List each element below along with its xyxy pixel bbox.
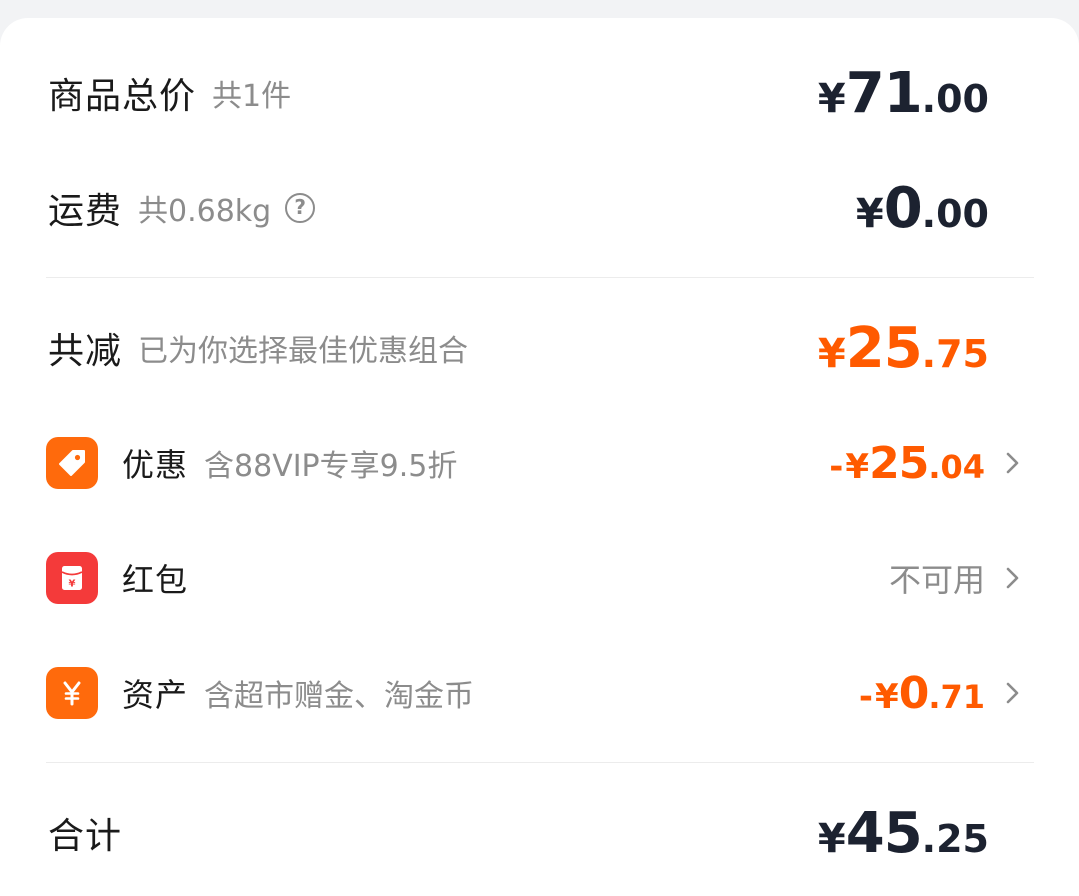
- red-packet-icon: ¥: [46, 552, 98, 604]
- currency-symbol: ¥: [817, 815, 846, 862]
- divider: [46, 277, 1034, 278]
- amount-decimal: .00: [921, 76, 989, 121]
- goods-total-amount: ¥ 71 .00: [818, 61, 989, 126]
- shipping-row: 运费 共0.68kg ? ¥ 0 .00: [0, 158, 1079, 258]
- grand-total-label: 合计: [48, 816, 123, 857]
- assets-detail-hint: 含超市赠金、淘金币: [204, 679, 475, 714]
- amount-decimal: .75: [921, 331, 989, 376]
- total-reduction-label: 共减: [48, 331, 123, 372]
- amount-integer: 25: [869, 437, 929, 489]
- amount-decimal: .71: [928, 677, 985, 716]
- currency-symbol: ¥: [875, 676, 899, 717]
- total-reduction-row: 共减 已为你选择最佳优惠组合 ¥ 25 .75: [0, 298, 1079, 398]
- discount-label: 优惠: [122, 446, 189, 484]
- goods-total-row: 商品总价 共1件 ¥ 71 .00: [0, 43, 1079, 143]
- amount-integer: 0: [898, 667, 930, 719]
- minus-sign: -: [858, 676, 874, 717]
- yen-icon: [46, 667, 98, 719]
- chevron-right-icon: [1006, 567, 1019, 589]
- discount-row[interactable]: 优惠 含88VIP专享9.5折 - ¥ 25 .04: [0, 413, 1079, 513]
- amount-integer: 0: [883, 175, 923, 241]
- grand-total-row: 合计 ¥ 45 .25: [0, 783, 1079, 883]
- discount-detail-hint: 含88VIP专享9.5折: [204, 449, 458, 484]
- goods-count-hint: 共1件: [212, 79, 292, 114]
- amount-decimal: .04: [928, 447, 985, 486]
- svg-text:¥: ¥: [69, 579, 76, 590]
- assets-label: 资产: [122, 676, 189, 714]
- goods-total-label: 商品总价: [48, 76, 197, 117]
- currency-symbol: ¥: [855, 190, 884, 237]
- total-reduction-amount: ¥ 25 .75: [818, 316, 989, 381]
- amount-integer: 25: [845, 315, 923, 381]
- chevron-right-icon: [1006, 682, 1019, 704]
- grand-total-amount: ¥ 45 .25: [818, 801, 989, 866]
- shipping-weight-hint: 共0.68kg: [138, 194, 272, 229]
- discount-amount: - ¥ 25 .04: [829, 438, 985, 489]
- red-packet-row[interactable]: ¥ 红包 不可用: [0, 528, 1079, 628]
- red-packet-status: 不可用: [888, 561, 985, 599]
- amount-integer: 71: [845, 60, 923, 126]
- currency-symbol: ¥: [817, 330, 846, 377]
- amount-decimal: .25: [921, 816, 989, 861]
- question-circle-icon[interactable]: ?: [285, 193, 316, 223]
- amount-integer: 45: [845, 800, 923, 866]
- best-discount-hint: 已为你选择最佳优惠组合: [138, 334, 469, 369]
- assets-amount: - ¥ 0 .71: [859, 668, 985, 719]
- minus-sign: -: [829, 446, 844, 487]
- order-summary-card: 商品总价 共1件 ¥ 71 .00 运费 共0.68kg ? ¥ 0 .00 共…: [0, 18, 1079, 896]
- shipping-amount: ¥ 0 .00: [856, 176, 989, 241]
- tag-icon: [46, 437, 98, 489]
- amount-decimal: .00: [921, 191, 989, 236]
- assets-row[interactable]: 资产 含超市赠金、淘金币 - ¥ 0 .71: [0, 643, 1079, 743]
- chevron-right-icon: [1006, 452, 1019, 474]
- currency-symbol: ¥: [845, 446, 870, 487]
- shipping-label: 运费: [48, 191, 123, 232]
- divider: [46, 762, 1034, 763]
- currency-symbol: ¥: [817, 75, 846, 122]
- red-packet-label: 红包: [122, 561, 189, 599]
